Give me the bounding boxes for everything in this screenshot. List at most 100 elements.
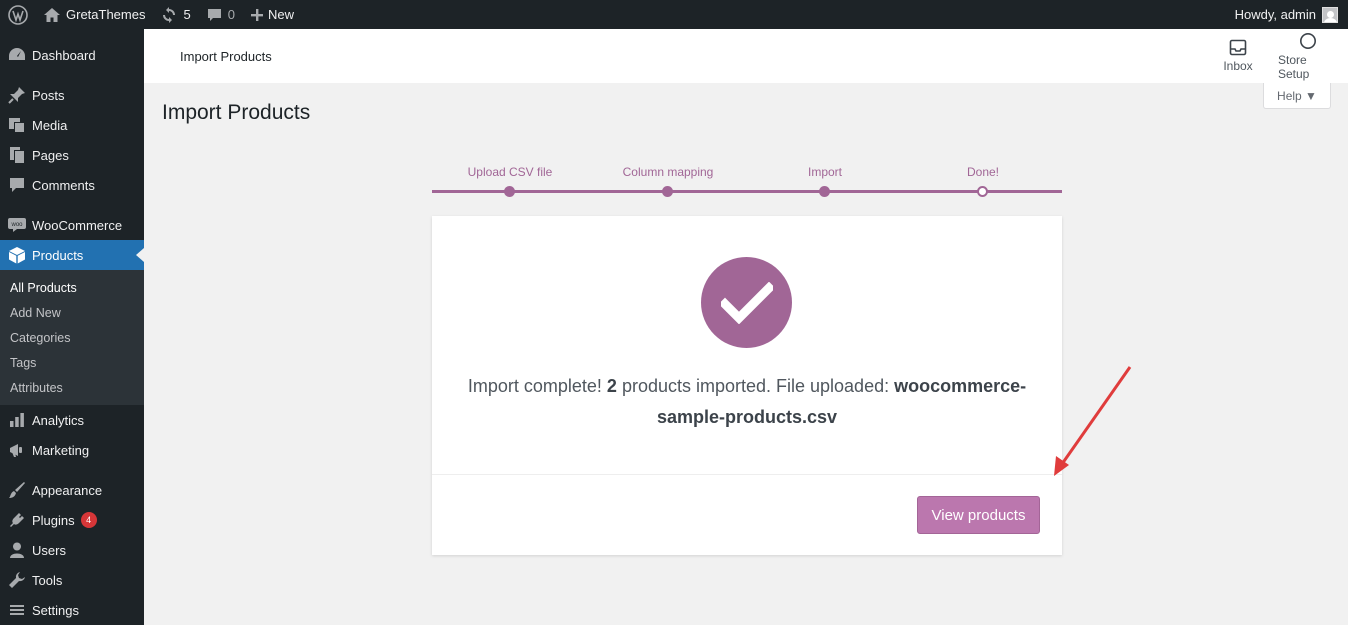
updates-count: 5 (183, 7, 191, 22)
step-done: Done! (903, 165, 1063, 197)
megaphone-icon (8, 441, 26, 459)
progress-ring-icon (1299, 32, 1317, 53)
new-label: New (267, 7, 294, 22)
menu-label: Dashboard (32, 47, 96, 63)
menu-label: Comments (32, 177, 95, 193)
menu-posts[interactable]: Posts (0, 80, 144, 110)
inbox-label: Inbox (1223, 59, 1253, 73)
plus-icon (250, 8, 263, 21)
wordpress-logo-icon[interactable] (0, 0, 36, 29)
menu-label: Appearance (32, 482, 103, 498)
page-title: Import Products (162, 101, 311, 124)
step-label: Done! (966, 165, 1000, 179)
annotation-arrow (1054, 366, 1132, 476)
wrench-icon (8, 571, 26, 589)
header-title: Import Products (180, 48, 272, 64)
menu-label: Analytics (32, 412, 85, 428)
step-import: Import (745, 165, 905, 197)
step-dot (662, 186, 673, 197)
import-result-card: Import complete! 2 products imported. Fi… (432, 216, 1062, 555)
submenu-categories[interactable]: Categories (0, 326, 144, 351)
inbox-icon (1229, 39, 1247, 59)
comments-link[interactable]: 0 (199, 0, 243, 29)
pages-icon (8, 146, 26, 164)
import-complete-message: Import complete! 2 products imported. Fi… (462, 371, 1032, 433)
menu-label: Users (32, 542, 66, 558)
menu-dashboard[interactable]: Dashboard (0, 40, 144, 70)
message-prefix: Import complete! (467, 376, 607, 396)
menu-woocommerce[interactable]: woo WooCommerce (0, 210, 144, 240)
dashboard-icon (8, 46, 26, 64)
checkmark-icon (701, 257, 792, 348)
menu-marketing[interactable]: Marketing (0, 435, 144, 465)
account-greeting[interactable]: Howdy, admin (1235, 0, 1316, 29)
step-dot (819, 186, 830, 197)
plug-icon (8, 511, 26, 529)
card-divider (432, 474, 1062, 475)
menu-products[interactable]: Products (0, 240, 144, 270)
admin-bar: GretaThemes 5 0 New Howdy, admin (0, 0, 1348, 29)
woocommerce-header: Import Products Inbox Store Setup (144, 29, 1348, 83)
steps-progress-line (432, 190, 1062, 193)
site-name-link[interactable]: GretaThemes (36, 0, 153, 29)
bar-chart-icon (8, 411, 26, 429)
imported-count: 2 (606, 376, 617, 396)
menu-tools[interactable]: Tools (0, 565, 144, 595)
view-products-button[interactable]: View products (917, 496, 1040, 534)
step-label: Column mapping (622, 165, 714, 179)
message-middle: products imported. File uploaded: (616, 376, 895, 396)
pin-icon (8, 86, 26, 104)
menu-pages[interactable]: Pages (0, 140, 144, 170)
settings-icon (8, 601, 26, 619)
submenu-all-products[interactable]: All Products (0, 276, 144, 301)
brush-icon (8, 481, 26, 499)
home-icon (44, 7, 60, 22)
site-name: GretaThemes (66, 7, 146, 22)
menu-settings[interactable]: Settings (0, 595, 144, 625)
avatar[interactable] (1322, 6, 1338, 23)
products-submenu: All Products Add New Categories Tags Att… (0, 270, 144, 405)
submenu-attributes[interactable]: Attributes (0, 376, 144, 401)
woo-icon: woo (8, 216, 26, 234)
submenu-tags[interactable]: Tags (0, 351, 144, 376)
menu-label: Tools (32, 572, 63, 588)
step-dot (504, 186, 515, 197)
admin-sidebar: Dashboard Posts Media Pages Comments woo… (0, 29, 144, 625)
import-steps: Upload CSV file Column mapping Import Do… (432, 165, 1062, 205)
menu-appearance[interactable]: Appearance (0, 475, 144, 505)
help-tab-button[interactable]: Help ▼ (1263, 83, 1331, 109)
menu-users[interactable]: Users (0, 535, 144, 565)
comment-icon (8, 176, 26, 194)
menu-label: Settings (32, 602, 79, 618)
svg-text:woo: woo (10, 222, 23, 228)
step-label: Import (807, 165, 842, 179)
menu-label: Media (32, 117, 68, 133)
comment-bubble-icon (207, 8, 222, 22)
menu-label: Posts (32, 87, 65, 103)
step-upload: Upload CSV file (430, 165, 590, 197)
plugins-update-badge: 4 (80, 512, 97, 528)
step-dot-current (977, 186, 988, 197)
box-icon (8, 246, 26, 264)
menu-media[interactable]: Media (0, 110, 144, 140)
store-setup-button[interactable]: Store Setup (1268, 29, 1348, 83)
submenu-add-new[interactable]: Add New (0, 301, 144, 326)
menu-label: Products (32, 247, 84, 263)
menu-label: Plugins (32, 512, 75, 528)
menu-label: Marketing (32, 442, 90, 458)
inbox-button[interactable]: Inbox (1208, 29, 1268, 83)
updates-link[interactable]: 5 (153, 0, 198, 29)
menu-label: Pages (32, 147, 69, 163)
menu-plugins[interactable]: Plugins 4 (0, 505, 144, 535)
new-content-link[interactable]: New (243, 0, 302, 29)
store-setup-label: Store Setup (1278, 52, 1310, 81)
user-icon (8, 541, 26, 559)
menu-label: WooCommerce (32, 217, 123, 233)
menu-comments[interactable]: Comments (0, 170, 144, 200)
comments-count: 0 (227, 7, 235, 22)
step-column-mapping: Column mapping (588, 165, 748, 197)
media-icon (8, 116, 26, 134)
menu-analytics[interactable]: Analytics (0, 405, 144, 435)
step-label: Upload CSV file (467, 165, 553, 179)
updates-icon (161, 6, 177, 23)
